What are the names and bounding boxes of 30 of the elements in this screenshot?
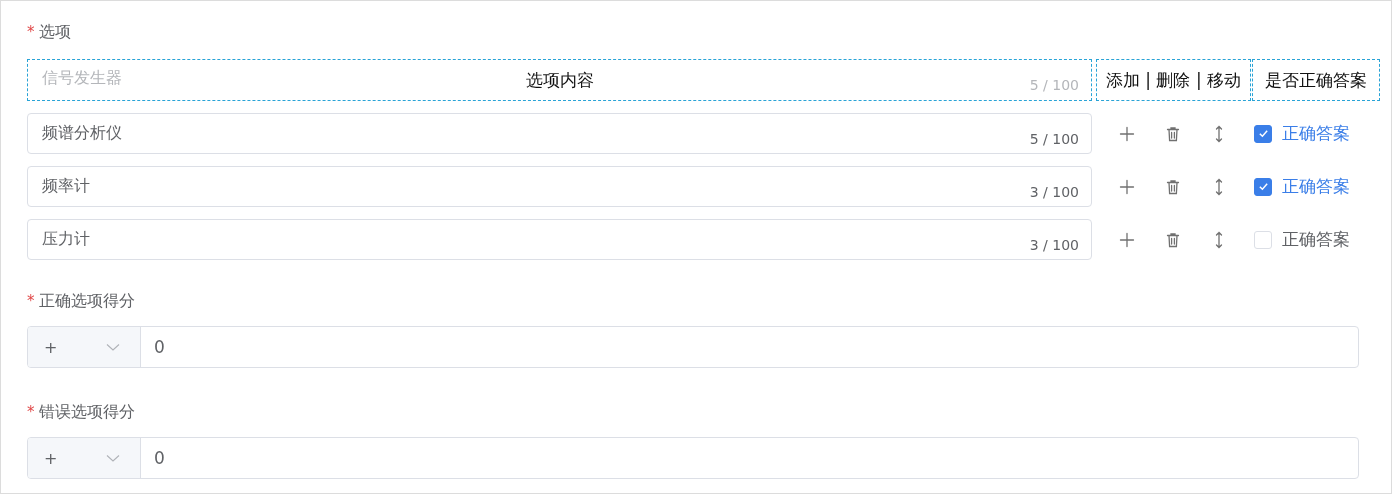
- add-icon[interactable]: [1118, 124, 1136, 143]
- char-count: 3 / 100: [1029, 237, 1079, 253]
- char-count: 3 / 100: [1029, 184, 1079, 200]
- add-icon[interactable]: [1118, 177, 1136, 196]
- checkbox[interactable]: [1254, 177, 1272, 196]
- faded-char-count: 5 / 100: [1029, 77, 1079, 93]
- check-icon: [1257, 181, 1269, 192]
- checkbox-label[interactable]: 正确答案: [1282, 122, 1350, 145]
- column-annotation: 添加 | 删除 | 移动: [1096, 59, 1251, 101]
- field-label: 错误选项得分: [38, 401, 135, 423]
- checkbox-label[interactable]: 正确答案: [1282, 228, 1350, 251]
- add-icon[interactable]: [1118, 230, 1136, 249]
- column-title: 选项内容: [525, 68, 594, 92]
- char-count: 5 / 100: [1029, 131, 1079, 147]
- column-annotation: 是否正确答案: [1252, 59, 1380, 101]
- required-mark: *: [27, 403, 35, 421]
- trash-icon[interactable]: [1164, 177, 1182, 196]
- required-mark: *: [27, 292, 35, 310]
- trash-icon[interactable]: [1164, 124, 1182, 143]
- option-input[interactable]: 频率计 3 / 100: [27, 166, 1092, 207]
- checkbox-label[interactable]: 正确答案: [1282, 175, 1350, 198]
- trash-icon[interactable]: [1164, 230, 1182, 249]
- option-input[interactable]: 压力计 3 / 100: [27, 219, 1092, 260]
- field-label: 正确选项得分: [38, 290, 135, 312]
- option-input[interactable]: 频谱分析仪 5 / 100: [27, 113, 1092, 154]
- checkbox[interactable]: [1254, 124, 1272, 143]
- field-label: 选项: [38, 21, 71, 43]
- faded-option-text: 信号发生器: [42, 68, 122, 89]
- required-mark: *: [27, 23, 35, 41]
- check-icon: [1257, 128, 1269, 139]
